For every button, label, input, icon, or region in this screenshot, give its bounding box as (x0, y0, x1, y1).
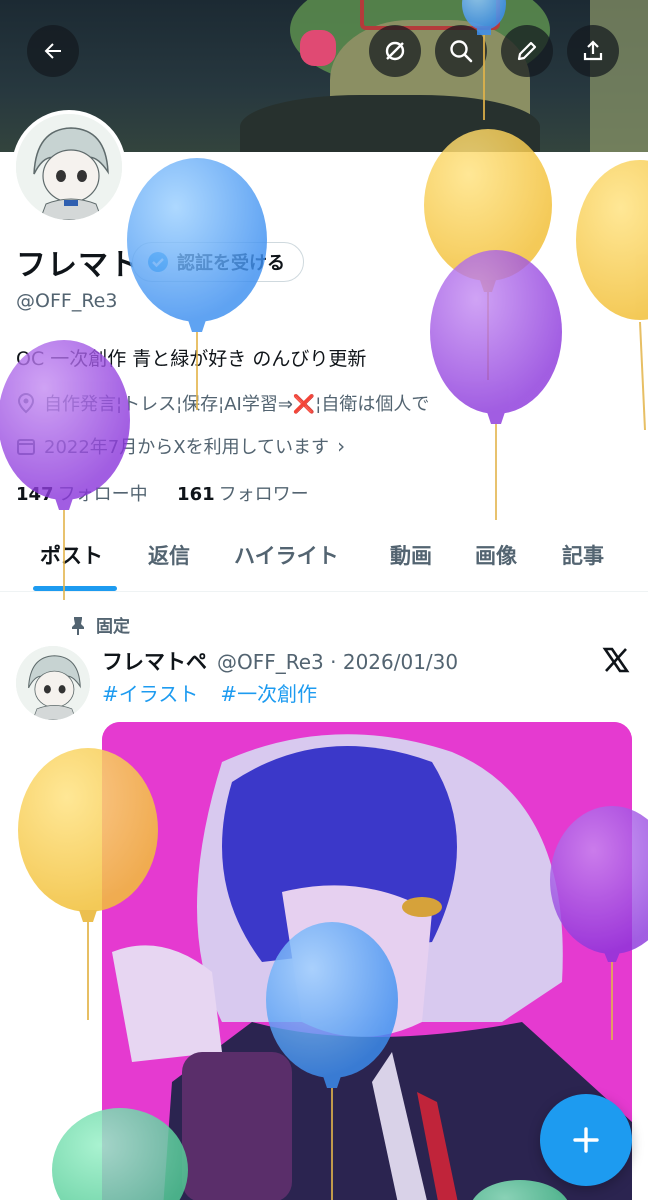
balloon-yellow (424, 129, 552, 380)
edit-button[interactable] (501, 25, 553, 77)
calendar-icon (17, 439, 35, 455)
plus-icon (573, 1127, 599, 1153)
search-icon (450, 40, 473, 63)
edit-pencil-icon (517, 41, 537, 61)
search-button[interactable] (435, 25, 487, 77)
balloon-blue (127, 158, 267, 410)
compose-post-button[interactable] (540, 1094, 632, 1186)
x-logo-icon (602, 647, 630, 673)
tab-media[interactable]: 画像 (475, 540, 517, 570)
post-author-avatar[interactable] (16, 646, 90, 720)
share-button[interactable] (567, 25, 619, 77)
share-icon (583, 40, 603, 61)
tab-videos[interactable]: 動画 (390, 540, 432, 570)
profile-bio: OC 一次創作 青と緑が好き のんびり更新 (16, 348, 367, 370)
hashtag-link[interactable]: #一次創作 (220, 678, 317, 707)
profile-handle: @OFF_Re3 (16, 290, 118, 312)
pinned-indicator: 固定 (70, 612, 130, 637)
location-text: 自作発言¦トレス¦保存¦AI学習⇒❌¦自衛は個人で (44, 394, 430, 415)
grok-icon (385, 41, 405, 61)
back-button[interactable] (27, 25, 79, 77)
pin-icon (72, 616, 84, 635)
post-hashtags: #イラスト #一次創作 (102, 678, 317, 707)
followers-link[interactable]: 161 フォロワー (177, 484, 309, 505)
location-icon (17, 392, 35, 414)
joined-text: 2022年7月からXを利用しています (44, 437, 330, 458)
get-verified-label: 認証を受ける (177, 253, 285, 274)
grok-button[interactable] (369, 25, 421, 77)
tab-posts[interactable]: ポスト (40, 540, 103, 570)
back-arrow-icon (44, 43, 61, 59)
profile-avatar[interactable] (12, 110, 126, 224)
post-header: フレマトペ @OFF_Re3 · 2026/01/30 (102, 646, 458, 676)
profile-joined[interactable]: 2022年7月からXを利用しています › (16, 433, 345, 459)
profile-tabs: ポスト 返信 ハイライト 動画 画像 記事 (0, 530, 648, 592)
balloon-yellow-edge (576, 160, 648, 431)
pinned-label: 固定 (96, 617, 130, 637)
verified-badge-icon (148, 252, 168, 272)
following-link[interactable]: 147 フォロー中 (16, 484, 148, 505)
tab-articles[interactable]: 記事 (562, 540, 604, 570)
profile-location: 自作発言¦トレス¦保存¦AI学習⇒❌¦自衛は個人で (16, 390, 429, 416)
post-author-name[interactable]: フレマトペ (102, 646, 207, 676)
tab-highlights[interactable]: ハイライト (234, 540, 339, 570)
post-meta: @OFF_Re3 · 2026/01/30 (217, 650, 459, 674)
active-tab-indicator (33, 586, 117, 591)
follow-stats: 147 フォロー中 161 フォロワー (16, 480, 309, 506)
chevron-right-icon: › (337, 434, 346, 458)
get-verified-button[interactable]: 認証を受ける (132, 242, 304, 282)
hashtag-link[interactable]: #イラスト (102, 678, 198, 707)
tab-replies[interactable]: 返信 (148, 540, 190, 570)
balloon-purple (430, 250, 562, 520)
